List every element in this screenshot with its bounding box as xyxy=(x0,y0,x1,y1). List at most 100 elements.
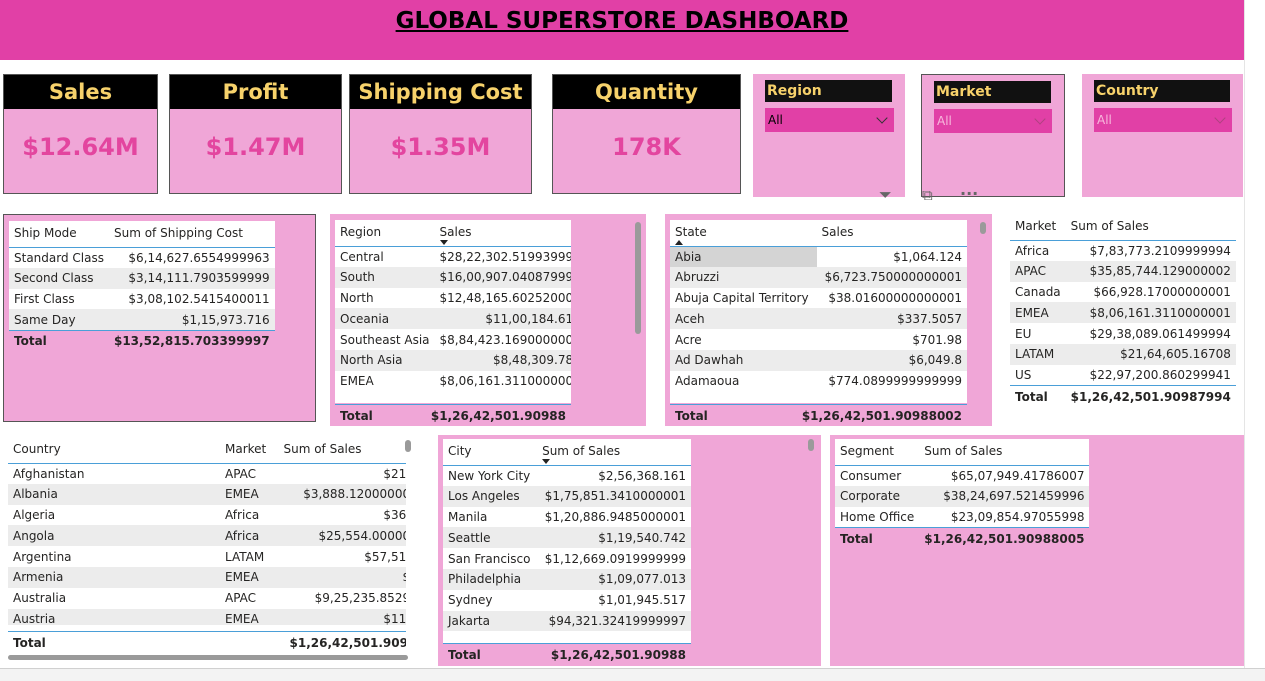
cell: Corporate xyxy=(835,485,920,507)
table-row[interactable]: EMEA $8,06,161.3110000001 xyxy=(1010,302,1236,324)
table-row[interactable]: EU $29,38,089.061499994 xyxy=(1010,323,1236,344)
table-row[interactable]: Central $28,22,302.519939998 xyxy=(335,246,571,267)
cell: APAC xyxy=(1010,260,1066,282)
vertical-scrollbar[interactable] xyxy=(808,439,814,451)
table-row[interactable]: Manila $1,20,886.9485000001 xyxy=(443,507,691,528)
column-header[interactable]: Ship Mode xyxy=(9,221,109,248)
table-row[interactable]: US $22,97,200.860299941 xyxy=(1010,365,1236,386)
column-header[interactable]: State xyxy=(670,220,817,247)
horizontal-scrollbar[interactable] xyxy=(8,655,408,660)
table-row[interactable]: First Class $3,08,102.5415400011 xyxy=(9,289,275,310)
cell: Total xyxy=(1010,385,1066,408)
column-header[interactable]: Sum of Shipping Cost xyxy=(108,221,275,248)
city-total: Total $1,26,42,501.90988 xyxy=(443,643,691,666)
table-row[interactable]: San Francisco $1,12,669.0919999999 xyxy=(443,548,691,569)
cell: $11,00,184.612 xyxy=(434,308,571,330)
table-row[interactable]: Acre $701.98 xyxy=(670,329,967,350)
more-options-icon[interactable]: ··· xyxy=(960,184,978,203)
table-row[interactable]: LATAM $21,64,605.16708 xyxy=(1010,343,1236,365)
cell: $6,049.8 xyxy=(816,349,967,371)
column-header[interactable]: City xyxy=(443,439,538,466)
table-row[interactable]: North $12,48,165.602520001 xyxy=(335,288,571,309)
table-row[interactable]: AlbaniaEMEA$3,888.12000000000 xyxy=(8,483,406,505)
table-row[interactable]: Same Day $1,15,973.716 xyxy=(9,309,275,331)
table-row[interactable]: AustriaEMEA$11,377 xyxy=(8,608,406,625)
table-row[interactable]: Corporate $38,24,697.521459996 xyxy=(835,485,1090,507)
table-row[interactable]: Algeria Africa $36,091 xyxy=(8,505,406,526)
table-row[interactable]: Consumer $65,07,949.41786007 xyxy=(835,465,1089,486)
focus-mode-icon[interactable]: ⧉ xyxy=(922,186,933,204)
cell: Total xyxy=(443,643,500,666)
cell: $1,26,42,501.90987994 xyxy=(1065,385,1236,408)
column-header[interactable]: Sum of Sales xyxy=(537,439,691,466)
table-row[interactable]: Afghanistan APAC $21,673 xyxy=(8,463,406,484)
cell: $1,09,077.013 xyxy=(537,568,691,590)
country-total: Total $1,26,42,501.909879 xyxy=(8,631,406,653)
table-row[interactable]: Abruzzi $6,723.750000000001 xyxy=(670,266,967,288)
cell: Afghanistan xyxy=(13,466,85,481)
vertical-scrollbar[interactable] xyxy=(405,440,411,452)
column-header[interactable]: Sum of Sales xyxy=(919,439,1090,466)
cell: Argentina xyxy=(13,549,72,564)
table-row[interactable]: Second Class $3,14,111.7903599999 xyxy=(9,267,275,289)
table-row[interactable]: Jakarta $94,321.32419999997 xyxy=(443,610,691,632)
table-row[interactable]: ArmeniaEMEA$156 xyxy=(8,566,406,588)
table-row[interactable]: Aceh $337.5057 xyxy=(670,308,967,330)
table-row[interactable]: North Asia$8,48,309.781 xyxy=(335,349,571,371)
column-header[interactable]: Sum of Sales xyxy=(1065,214,1236,241)
table-row[interactable]: Southeast Asia $8,84,423.1690000009 xyxy=(335,329,571,350)
table-row[interactable]: Australia APAC $9,25,235.8529999 xyxy=(8,588,406,609)
cell: EMEA xyxy=(220,608,279,625)
cell: $38.01600000000001 xyxy=(828,290,962,305)
table-row[interactable]: South $16,00,907.040879997 xyxy=(335,266,571,288)
table-row[interactable]: Abia $1,064.124 xyxy=(670,246,967,267)
table-row[interactable]: Argentina LATAM $57,511.78 xyxy=(8,546,406,567)
column-header[interactable]: Sales xyxy=(434,220,571,247)
table-row[interactable]: Los Angeles $1,75,851.3410000001 xyxy=(443,485,691,507)
cell: Abia xyxy=(670,246,817,267)
vertical-scrollbar[interactable] xyxy=(635,222,641,334)
cell: EMEA xyxy=(1010,302,1066,324)
market-dropdown[interactable]: All xyxy=(934,109,1052,133)
column-header[interactable]: Market xyxy=(1010,214,1066,241)
kpi-card-profit: Profit $1.47M xyxy=(169,74,342,194)
region-dropdown[interactable]: All xyxy=(765,108,894,132)
table-row[interactable]: Abuja Capital Territory $38.0160000000000… xyxy=(670,288,967,309)
column-header[interactable]: Sum of Sales xyxy=(278,437,406,464)
table-row[interactable]: Seattle $1,19,540.742 xyxy=(443,527,691,549)
cell: New York City xyxy=(448,468,531,483)
cell: Africa xyxy=(220,525,279,547)
cell: $8,48,309.781 xyxy=(434,349,571,371)
country-dropdown[interactable]: All xyxy=(1094,108,1232,132)
cell: Armenia xyxy=(8,566,220,588)
table-row[interactable]: Home Office $23,09,854.97055998 xyxy=(835,507,1089,528)
table-row[interactable]: Oceania$11,00,184.612 xyxy=(335,308,571,330)
column-header[interactable]: Region xyxy=(335,220,435,247)
cell: $35,85,744.129000002 xyxy=(1065,260,1236,282)
column-header[interactable]: Market xyxy=(220,437,279,464)
cell: $8,06,161.3110000001 xyxy=(1065,302,1236,324)
cell: $28,22,302.519939998 xyxy=(439,249,571,264)
table-row[interactable]: Africa $7,83,773.2109999994 xyxy=(1010,240,1236,261)
table-row[interactable]: New York City $2,56,368.161 xyxy=(443,465,691,486)
table-row[interactable]: Adamaoua $774.0899999999999 xyxy=(670,371,967,392)
cell: EMEA xyxy=(220,483,279,505)
cell: $13,52,815.703399997 xyxy=(108,329,275,353)
table-row[interactable]: Philadelphia $1,09,077.013 xyxy=(443,568,691,590)
cell: First Class xyxy=(14,291,75,306)
filter-icon[interactable]: ⏷ xyxy=(879,185,892,205)
column-header[interactable]: Segment xyxy=(835,439,920,466)
vertical-scrollbar[interactable] xyxy=(980,222,986,234)
table-row[interactable]: EMEA $8,06,161.3110000001 xyxy=(335,371,571,392)
column-header[interactable]: Sales xyxy=(816,220,967,247)
table-row[interactable]: Ad Dawhah $6,049.8 xyxy=(670,349,967,371)
table-row[interactable]: Canada $66,928.17000000001 xyxy=(1010,282,1236,303)
table-row[interactable]: AngolaAfrica$25,554.00000000 xyxy=(8,525,406,547)
cell: $1,26,42,501.90988005 xyxy=(919,526,1090,550)
cell: $11,377 xyxy=(278,608,406,625)
table-row[interactable]: APAC $35,85,744.129000002 xyxy=(1010,260,1236,282)
column-header[interactable]: Country xyxy=(8,437,220,464)
table-row[interactable]: Standard Class $6,14,627.6554999963 xyxy=(9,247,275,268)
ship-mode-panel: Ship Mode Sum of Shipping Cost Standard … xyxy=(3,214,316,422)
table-row[interactable]: Sydney $1,01,945.517 xyxy=(443,590,691,611)
